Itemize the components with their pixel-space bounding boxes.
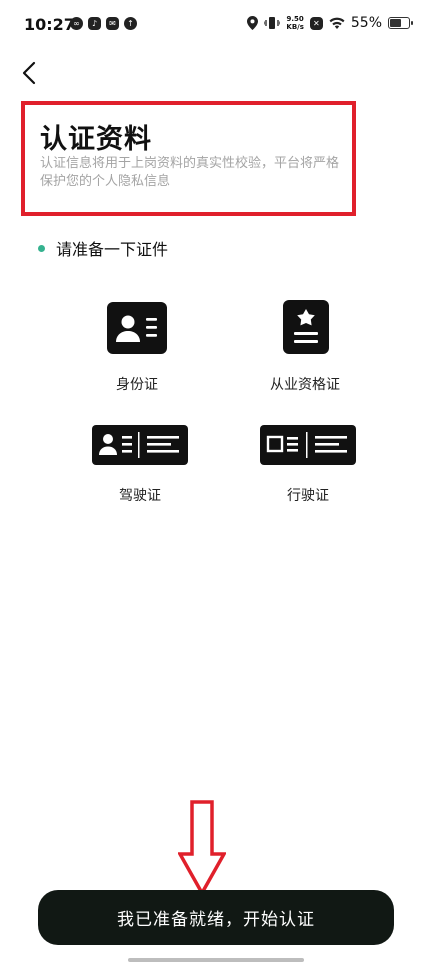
document-driver-license: 驾驶证 bbox=[92, 425, 188, 505]
no-sim-icon: ✕ bbox=[309, 16, 323, 30]
app-notification-icon: ∞ bbox=[70, 17, 83, 30]
wifi-icon bbox=[329, 17, 345, 29]
qualification-certificate-icon bbox=[283, 300, 329, 354]
document-qualification-certificate: 从业资格证 bbox=[260, 300, 350, 400]
chevron-left-icon bbox=[22, 61, 36, 85]
prepare-label: 请准备一下证件 bbox=[56, 240, 169, 259]
document-vehicle-license: 行驶证 bbox=[260, 425, 356, 505]
id-card-icon bbox=[107, 302, 167, 354]
message-icon: ✉ bbox=[106, 17, 119, 30]
header-highlight-box: 认证资料 认证信息将用于上岗资料的真实性校验，平台将严格保护您的个人隐私信息 bbox=[21, 101, 356, 216]
start-verification-button[interactable]: 我已准备就绪，开始认证 bbox=[38, 890, 394, 945]
tiktok-icon: ♪ bbox=[88, 17, 101, 30]
bullet-dot bbox=[38, 244, 45, 252]
status-bar: 10:27 ∞ ♪ ✉ ↑ 9.50 KB/s ✕ 55% bbox=[0, 0, 432, 52]
prepare-documents-heading: 请准备一下证件 bbox=[38, 236, 168, 260]
upload-icon: ↑ bbox=[124, 17, 137, 30]
arrow-down-icon bbox=[178, 800, 226, 896]
vehicle-license-icon bbox=[260, 425, 356, 465]
vibrate-icon bbox=[264, 17, 281, 29]
page-description: 认证信息将用于上岗资料的真实性校验，平台将严格保护您的个人隐私信息 bbox=[40, 156, 340, 189]
status-time: 10:27 bbox=[24, 15, 75, 34]
speed-value: 9.50 bbox=[286, 15, 304, 23]
battery-icon bbox=[388, 17, 413, 29]
speed-unit: KB/s bbox=[286, 23, 304, 31]
network-speed: 9.50 KB/s bbox=[286, 15, 303, 31]
document-label: 从业资格证 bbox=[270, 377, 340, 393]
status-right: 9.50 KB/s ✕ 55% bbox=[247, 15, 413, 31]
document-label: 身份证 bbox=[116, 377, 158, 393]
location-icon bbox=[247, 16, 259, 30]
home-indicator[interactable] bbox=[128, 958, 304, 962]
driver-license-icon bbox=[92, 425, 188, 465]
notification-icons: ∞ ♪ ✉ ↑ bbox=[70, 17, 137, 30]
document-label: 驾驶证 bbox=[119, 488, 161, 504]
document-id-card: 身份证 bbox=[92, 300, 182, 400]
battery-percent: 55% bbox=[350, 15, 382, 31]
back-button[interactable] bbox=[14, 58, 44, 88]
page-title: 认证资料 bbox=[40, 124, 152, 155]
document-label: 行驶证 bbox=[287, 488, 329, 504]
